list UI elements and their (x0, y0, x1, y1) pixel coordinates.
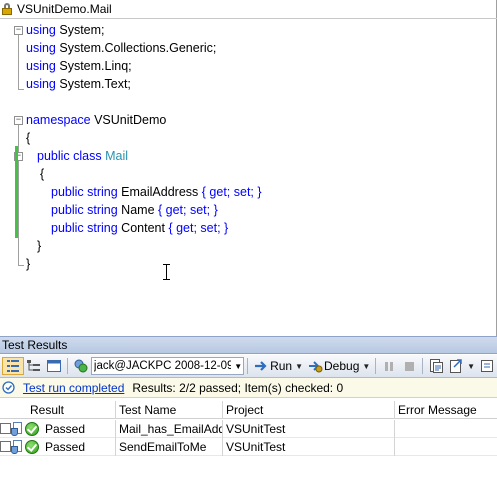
code-line-name-property: public string Name { get; set; } (51, 203, 218, 217)
collapse-namespace-toggle[interactable]: − (14, 116, 23, 125)
result-cell: Passed (45, 422, 86, 436)
outline-guide (18, 35, 19, 89)
chevron-down-icon: ▼ (295, 361, 304, 371)
export-icon (448, 358, 464, 374)
options-icon (479, 358, 495, 374)
text-cursor-icon (163, 264, 171, 280)
code-line-3: using System.Linq; (26, 59, 132, 73)
changed-lines-margin (15, 146, 18, 238)
test-run-status-bar: Test run completed Results: 2/2 passed; … (0, 378, 497, 398)
chevron-down-icon: ▼ (467, 361, 476, 371)
window-icon (46, 358, 62, 374)
chevron-down-icon: ▼ (362, 361, 371, 371)
error-message-cell (395, 420, 497, 438)
row-checkbox[interactable] (0, 423, 11, 434)
run-config-button[interactable] (71, 357, 91, 375)
test-run-select[interactable]: jack@JACKPC 2008-12-09 11:25:2 ▼ (90, 357, 245, 375)
row-checkbox[interactable] (0, 441, 11, 452)
error-message-cell (395, 438, 497, 456)
toolbar-separator (375, 358, 377, 374)
outline-guide-end (18, 89, 24, 90)
code-line-2: using System.Collections.Generic; (26, 41, 217, 55)
code-line-class: public class Mail (37, 149, 129, 163)
debug-button-label: Debug (324, 359, 360, 373)
column-header-result[interactable]: Result (27, 401, 115, 419)
import-results-button[interactable] (426, 357, 446, 375)
debug-icon (307, 358, 323, 374)
table-row[interactable]: Passed SendEmailToMe VSUnitTest (0, 438, 497, 456)
code-line-1: using System; (26, 23, 105, 37)
test-run-icon (73, 358, 89, 374)
code-line-4: using System.Text; (26, 77, 131, 91)
unit-test-icon (11, 440, 23, 454)
list-view-icon (5, 358, 21, 374)
pause-icon (381, 358, 397, 374)
unit-test-icon (11, 422, 23, 436)
test-run-summary: Results: 2/2 passed; Item(s) checked: 0 (132, 380, 344, 395)
column-header-error-message[interactable]: Error Message (395, 401, 497, 419)
run-button-label: Run (270, 359, 293, 373)
test-name-cell: SendEmailToMe (119, 440, 207, 454)
code-line-content-property: public string Content { get; set; } (51, 221, 229, 235)
document-title: VSUnitDemo.Mail (17, 2, 112, 16)
passed-icon (25, 422, 39, 436)
grid-header-row: Result Test Name Project Error Message (0, 401, 497, 419)
table-row[interactable]: Passed Mail_has_EmailAddress VSUnitTest (0, 420, 497, 438)
stop-icon (401, 358, 417, 374)
test-results-panel: Test Results jack@JACKPC 2008-12-09 11:2… (0, 336, 497, 484)
code-line-namespace: namespace VSUnitDemo (26, 113, 167, 127)
stop-button[interactable] (399, 357, 419, 375)
column-header-project[interactable]: Project (223, 401, 394, 419)
code-line-email-property: public string EmailAddress { get; set; } (51, 185, 262, 199)
column-header-test-name[interactable]: Test Name (116, 401, 222, 419)
project-cell: VSUnitTest (226, 422, 286, 436)
result-options-button[interactable] (477, 357, 497, 375)
import-icon (428, 358, 444, 374)
pause-button[interactable] (379, 357, 399, 375)
result-cell: Passed (45, 440, 86, 454)
tree-view-button[interactable] (24, 357, 44, 375)
test-results-toolbar: jack@JACKPC 2008-12-09 11:25:2 ▼ Run ▼ D… (0, 355, 497, 378)
collapse-using-toggle[interactable]: − (14, 26, 23, 35)
title-divider (0, 18, 497, 19)
passed-icon (25, 440, 39, 454)
run-button[interactable]: Run ▼ (251, 357, 305, 375)
outline-guide (18, 125, 19, 265)
code-line-class-close-brace: } (37, 239, 42, 253)
toolbar-separator (247, 358, 249, 374)
tree-view-icon (26, 358, 42, 374)
result-window-button[interactable] (44, 357, 64, 375)
code-editor[interactable]: VSUnitDemo.Mail − − − using System; usin… (0, 0, 497, 336)
toolbar-separator (67, 358, 68, 374)
group-by-button[interactable] (2, 357, 24, 375)
code-line-class-open-brace: { (40, 167, 45, 181)
info-icon (2, 381, 15, 394)
document-title-bar: VSUnitDemo.Mail (0, 0, 112, 18)
export-results-button[interactable]: ▼ (446, 357, 477, 375)
project-cell: VSUnitTest (226, 440, 286, 454)
debug-button[interactable]: Debug ▼ (305, 357, 372, 375)
test-run-select-value: jack@JACKPC 2008-12-09 11:25:2 (93, 360, 232, 372)
toolbar-separator (422, 358, 424, 374)
code-line-open-brace: { (26, 131, 31, 145)
panel-title-bar: Test Results (0, 336, 497, 354)
panel-title: Test Results (2, 338, 68, 352)
lock-icon (0, 2, 14, 16)
outline-guide-end (18, 265, 24, 266)
code-line-close-brace: } (26, 257, 31, 271)
chevron-down-icon: ▼ (234, 361, 243, 371)
run-arrow-icon (253, 358, 269, 374)
test-name-cell: Mail_has_EmailAddress (119, 422, 222, 436)
test-run-completed-link[interactable]: Test run completed (23, 381, 124, 395)
